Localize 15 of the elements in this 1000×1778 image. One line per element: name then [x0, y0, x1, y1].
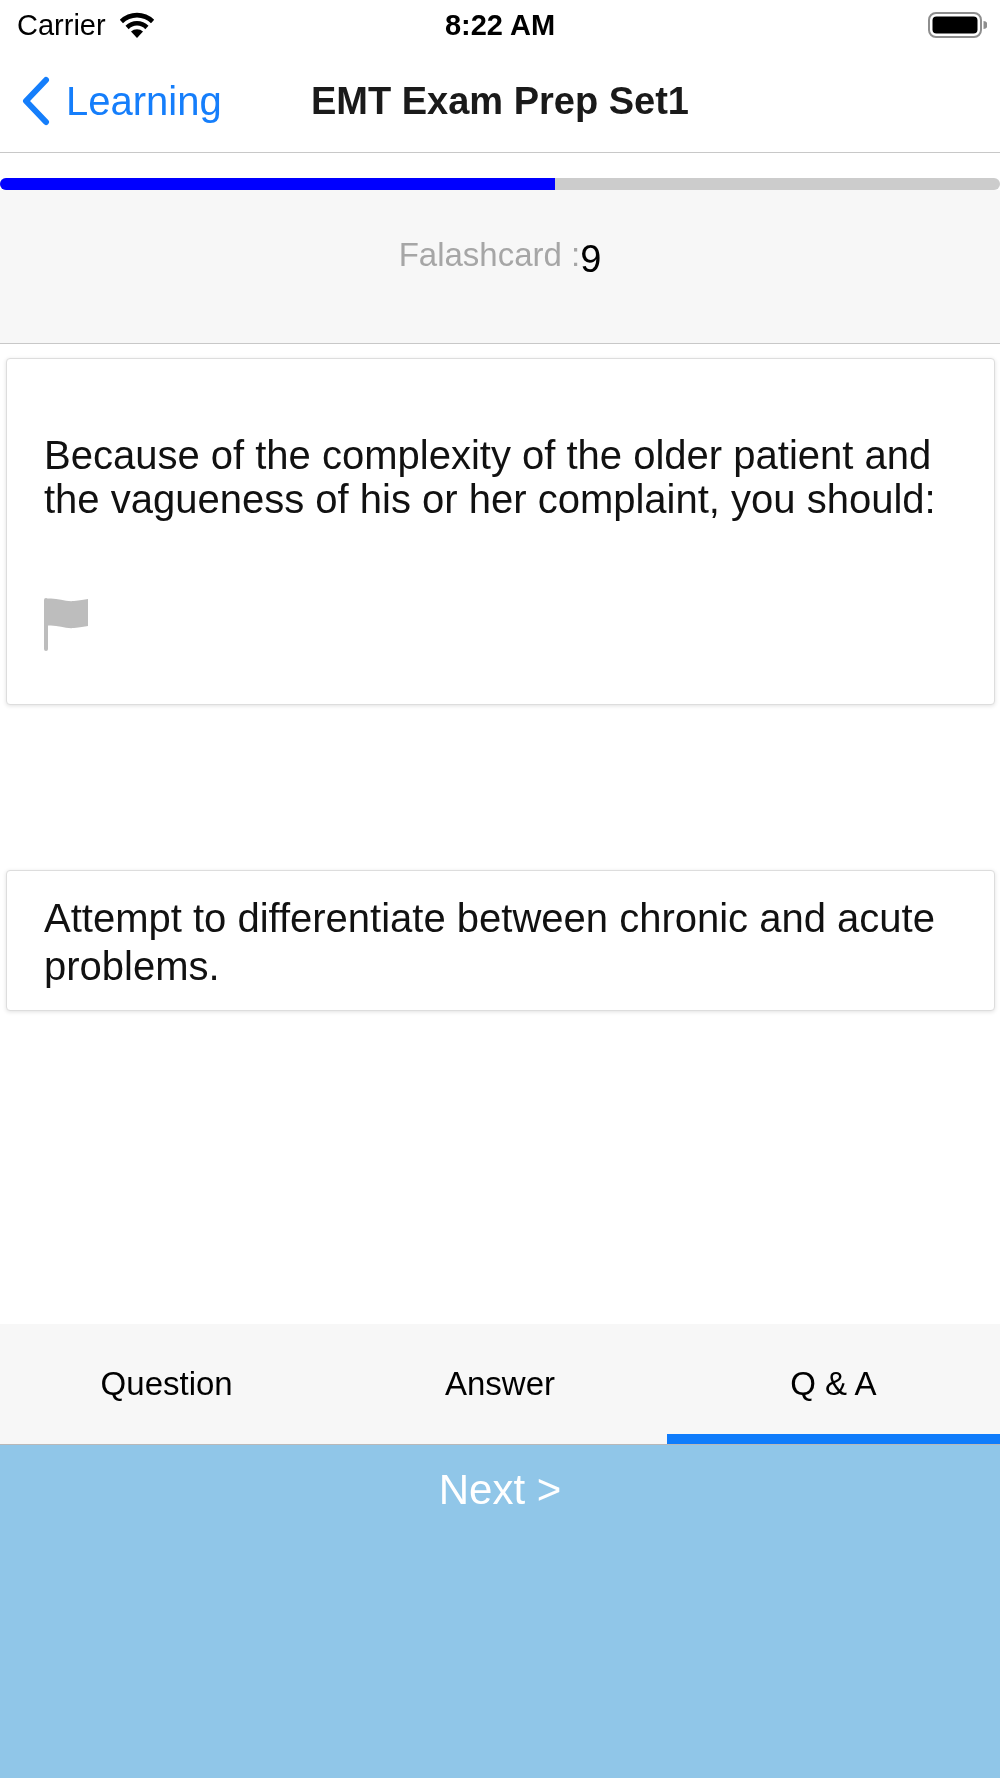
tab[interactable]: Question [0, 1323, 334, 1444]
answer-text: Attempt to differentiate between chronic and acute problems. [44, 895, 936, 990]
wifi-icon [118, 12, 155, 38]
status-time: 8:22 AM [444, 10, 556, 40]
question-text: Because of the complexity of the older patient and the vagueness of his or her complaint, you should: [44, 433, 937, 521]
nav-title: EMT Exam Prep Set1 [310, 79, 689, 123]
flashcard-number: 9 [580, 240, 602, 278]
battery-icon [928, 12, 987, 38]
flag-icon[interactable] [44, 598, 88, 651]
flashcard-label: Falashcard : [398, 236, 581, 274]
tab[interactable]: Answer [333, 1323, 667, 1444]
back-button[interactable]: Learning [20, 76, 222, 126]
chevron-left-icon [20, 76, 50, 126]
carrier-label: Carrier [17, 10, 106, 40]
tab[interactable]: Q & A [666, 1323, 1000, 1444]
